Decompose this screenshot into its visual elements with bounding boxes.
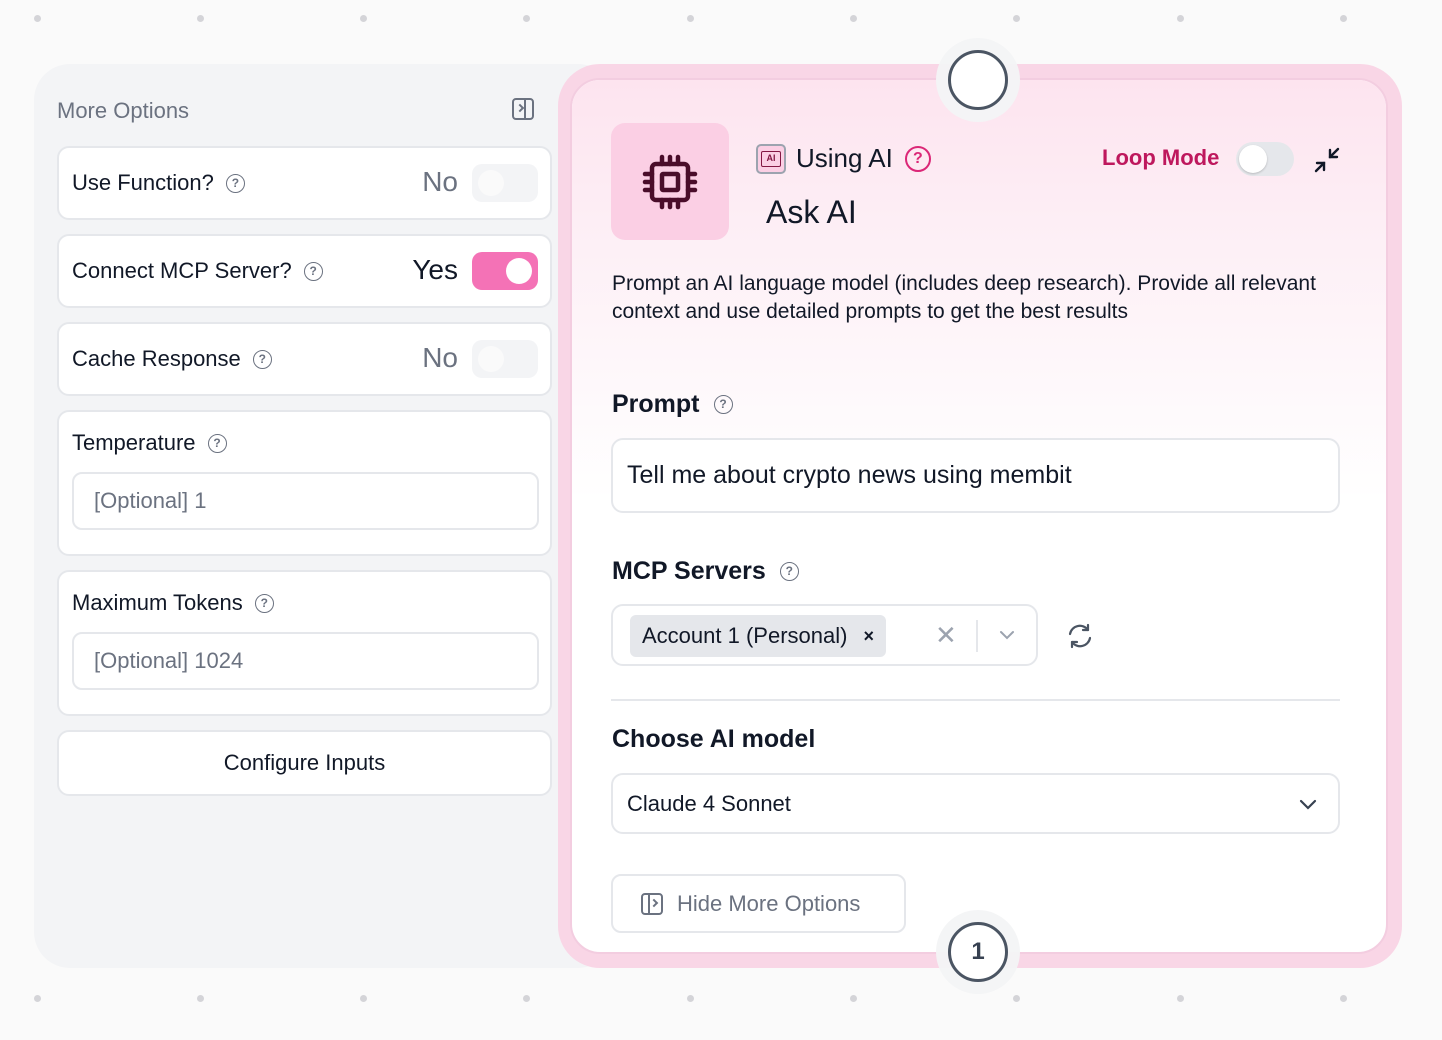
max-tokens-card: Maximum Tokens ? [Optional] 1024 [57,570,552,716]
hide-more-options-button[interactable]: Hide More Options [611,874,906,933]
canvas-dot [1340,995,1347,1002]
cache-response-label-group: Cache Response ? [72,346,272,372]
cpu-chip-icon [611,123,729,240]
temperature-label-group: Temperature ? [72,430,227,456]
node-description: Prompt an AI language model (includes de… [612,272,1316,323]
collapse-panel-icon[interactable] [512,98,534,120]
minimize-icon[interactable] [1313,146,1341,174]
cache-response-label: Cache Response [72,346,241,371]
mcp-servers-label-group: MCP Servers ? [612,557,799,586]
canvas-dot [1177,15,1184,22]
toggle-knob [506,258,532,284]
remove-tag-icon[interactable]: × [863,626,874,647]
help-icon[interactable]: ? [254,593,274,613]
loop-mode-toggle[interactable] [1236,142,1294,176]
connect-mcp-value: Yes [412,254,458,285]
prompt-label: Prompt [612,390,700,418]
model-label: Choose AI model [612,725,816,753]
canvas-dot [34,15,41,22]
toggle-knob [478,170,504,196]
help-icon[interactable]: ? [779,562,799,581]
input-connector[interactable] [948,50,1008,110]
canvas-dot [197,15,204,22]
clear-selection-icon[interactable]: ✕ [935,620,957,651]
canvas-dot [34,995,41,1002]
use-function-value: No [422,166,458,197]
mcp-servers-label: MCP Servers [612,557,766,585]
help-icon[interactable]: ? [713,395,733,414]
cache-response-toggle[interactable] [472,340,538,378]
cache-response-value: No [422,342,458,373]
canvas-dot [687,15,694,22]
toggle-knob [478,346,504,372]
mcp-servers-select[interactable]: Account 1 (Personal) × ✕ [611,604,1038,666]
prompt-label-group: Prompt ? [612,390,733,419]
ai-badge-text: AI [761,150,781,167]
section-divider [611,699,1340,701]
canvas-dot [1177,995,1184,1002]
help-icon[interactable]: ? [252,349,272,369]
temperature-label: Temperature [72,430,196,455]
chevron-down-icon [1299,799,1317,810]
configure-inputs-button[interactable]: Configure Inputs [57,730,552,796]
canvas-dot [523,15,530,22]
canvas-dot [360,15,367,22]
refresh-icon[interactable] [1066,622,1094,650]
node-title: Ask AI [766,194,857,230]
temperature-card: Temperature ? [Optional] 1 [57,410,552,556]
select-divider [976,620,978,652]
help-icon[interactable]: ? [225,173,245,193]
canvas-dot [197,995,204,1002]
sidebar-toggle-icon [641,892,663,915]
connect-mcp-toggle[interactable] [472,252,538,290]
connect-mcp-label: Connect MCP Server? [72,258,292,283]
using-ai-header: AI Using AI ? [756,143,931,174]
connect-mcp-label-group: Connect MCP Server? ? [72,258,323,284]
max-tokens-input[interactable]: [Optional] 1024 [72,632,539,690]
loop-mode-label: Loop Mode [1102,145,1220,170]
help-circle-icon[interactable]: ? [904,145,931,172]
canvas-dot [1013,995,1020,1002]
help-icon[interactable]: ? [303,261,323,281]
temperature-input[interactable]: [Optional] 1 [72,472,539,530]
ai-chip-icon: AI [756,143,786,174]
more-options-panel: More Options Use Function? ? No Connect … [34,64,614,968]
cpu-chip-glyph [642,154,698,209]
mcp-server-tag-label: Account 1 (Personal) [642,623,848,648]
canvas-dot [850,15,857,22]
canvas-dot [1340,15,1347,22]
canvas-dot [523,995,530,1002]
use-function-label: Use Function? [72,170,214,195]
use-function-row: Use Function? ? No [57,146,552,220]
toggle-knob [1239,145,1267,173]
help-icon[interactable]: ? [207,433,227,453]
ai-model-select[interactable]: Claude 4 Sonnet [611,773,1340,834]
chevron-down-icon[interactable] [999,627,1015,643]
cache-response-row: Cache Response ? No [57,322,552,396]
max-tokens-label: Maximum Tokens [72,590,243,615]
use-function-label-group: Use Function? ? [72,170,245,196]
connect-mcp-row: Connect MCP Server? ? Yes [57,234,552,308]
max-tokens-label-group: Maximum Tokens ? [72,590,274,616]
prompt-input[interactable]: Tell me about crypto news using membit [611,438,1340,513]
use-function-toggle[interactable] [472,164,538,202]
using-ai-label: Using AI [796,143,893,173]
output-connector[interactable]: 1 [948,922,1008,982]
ai-model-value: Claude 4 Sonnet [627,790,791,816]
mcp-server-tag: Account 1 (Personal) × [630,615,886,657]
canvas-dot [1013,15,1020,22]
canvas-dot [850,995,857,1002]
canvas-dot [687,995,694,1002]
more-options-title: More Options [57,98,190,123]
canvas-dot [360,995,367,1002]
hide-more-options-label: Hide More Options [677,890,861,916]
